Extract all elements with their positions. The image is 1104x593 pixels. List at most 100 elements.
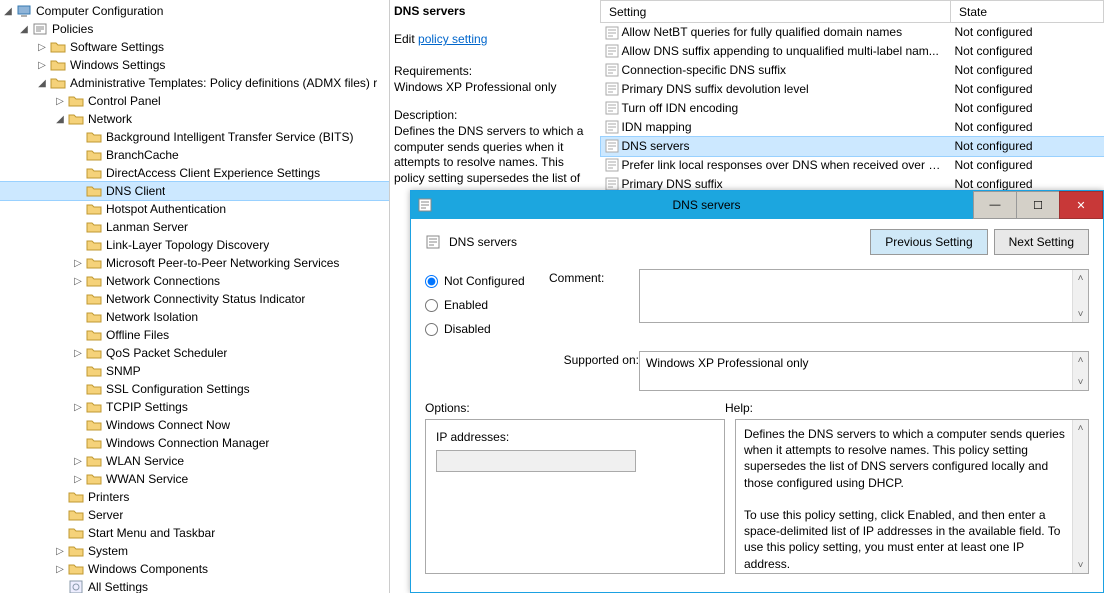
tree-software-settings[interactable]: ▷ Software Settings xyxy=(0,38,389,56)
radio-enabled[interactable]: Enabled xyxy=(425,293,549,317)
folder-icon xyxy=(86,399,102,415)
tree-policies[interactable]: ◢ Policies xyxy=(0,20,389,38)
folder-icon xyxy=(86,417,102,433)
tree-item[interactable]: ▷WLAN Service xyxy=(0,452,389,470)
expand-icon[interactable]: ▷ xyxy=(72,347,84,359)
tree-item[interactable]: DirectAccess Client Experience Settings xyxy=(0,164,389,182)
tree-item[interactable]: Background Intelligent Transfer Service … xyxy=(0,128,389,146)
tree-item[interactable]: Start Menu and Taskbar xyxy=(0,524,389,542)
close-button[interactable]: ✕ xyxy=(1059,191,1103,219)
tree-item[interactable]: All Settings xyxy=(0,578,389,593)
column-setting[interactable]: Setting xyxy=(601,1,951,23)
dialog-titlebar[interactable]: DNS servers — ☐ ✕ xyxy=(411,191,1103,219)
tree-item[interactable]: ▷TCPIP Settings xyxy=(0,398,389,416)
expand-icon[interactable]: ▷ xyxy=(54,545,66,557)
folder-icon xyxy=(86,291,102,307)
tree-item[interactable]: Hotspot Authentication xyxy=(0,200,389,218)
tree-control-panel[interactable]: ▷Control Panel xyxy=(0,92,389,110)
table-row[interactable]: DNS serversNot configured xyxy=(601,137,1104,156)
comment-textarea[interactable]: ˄ ˅ xyxy=(639,269,1089,323)
policy-icon xyxy=(425,234,441,250)
tree-label: Link-Layer Topology Discovery xyxy=(106,238,269,252)
tree-item[interactable]: ▷Microsoft Peer-to-Peer Networking Servi… xyxy=(0,254,389,272)
folder-icon xyxy=(68,543,84,559)
previous-setting-button[interactable]: Previous Setting xyxy=(870,229,987,255)
collapse-icon[interactable]: ◢ xyxy=(36,77,48,89)
tree-item[interactable]: Printers xyxy=(0,488,389,506)
table-row[interactable]: Connection-specific DNS suffixNot config… xyxy=(601,61,1104,80)
collapse-icon[interactable]: ◢ xyxy=(54,113,66,125)
tree-item[interactable]: DNS Client xyxy=(0,182,389,200)
tree-label: Software Settings xyxy=(70,40,164,54)
collapse-icon[interactable]: ◢ xyxy=(18,23,30,35)
tree-label: Network Isolation xyxy=(106,310,198,324)
table-row[interactable]: Turn off IDN encodingNot configured xyxy=(601,99,1104,118)
tree-item[interactable]: ▷WWAN Service xyxy=(0,470,389,488)
tree-item[interactable]: Offline Files xyxy=(0,326,389,344)
column-state[interactable]: State xyxy=(951,1,1104,23)
tree-item[interactable]: Network Connectivity Status Indicator xyxy=(0,290,389,308)
expand-icon[interactable]: ▷ xyxy=(72,473,84,485)
tree-item[interactable]: BranchCache xyxy=(0,146,389,164)
radio-not-configured[interactable]: Not Configured xyxy=(425,269,549,293)
folder-icon xyxy=(86,363,102,379)
expand-icon[interactable]: ▷ xyxy=(36,41,48,53)
table-row[interactable]: Allow NetBT queries for fully qualified … xyxy=(601,23,1104,42)
tree-label: Windows Connect Now xyxy=(106,418,230,432)
expand-icon[interactable]: ▷ xyxy=(36,59,48,71)
minimize-button[interactable]: — xyxy=(973,191,1017,219)
folder-icon xyxy=(50,57,66,73)
tree-item[interactable]: Lanman Server xyxy=(0,218,389,236)
folder-icon xyxy=(86,435,102,451)
scroll-up-button[interactable]: ˄ xyxy=(1073,420,1088,436)
expand-icon[interactable]: ▷ xyxy=(72,455,84,467)
tree-item[interactable]: ▷System xyxy=(0,542,389,560)
table-row[interactable]: Allow DNS suffix appending to unqualifie… xyxy=(601,42,1104,61)
tree-item[interactable]: Link-Layer Topology Discovery xyxy=(0,236,389,254)
next-setting-button[interactable]: Next Setting xyxy=(994,229,1089,255)
tree-item[interactable]: Server xyxy=(0,506,389,524)
tree-item[interactable]: SSL Configuration Settings xyxy=(0,380,389,398)
tree-item[interactable]: Network Isolation xyxy=(0,308,389,326)
tree-item[interactable]: ▷QoS Packet Scheduler xyxy=(0,344,389,362)
scroll-down-button[interactable]: ˅ xyxy=(1073,557,1088,573)
tree-windows-settings[interactable]: ▷Windows Settings xyxy=(0,56,389,74)
maximize-button[interactable]: ☐ xyxy=(1016,191,1060,219)
scroll-down-button[interactable]: ˅ xyxy=(1073,306,1088,322)
expand-icon[interactable]: ▷ xyxy=(54,95,66,107)
state-radio-group: Not Configured Enabled Disabled xyxy=(425,269,549,341)
scroll-up-button[interactable]: ˄ xyxy=(1073,352,1088,368)
scroll-down-button[interactable]: ˅ xyxy=(1073,374,1088,390)
scroll-up-button[interactable]: ˄ xyxy=(1073,270,1088,286)
tree-item[interactable]: SNMP xyxy=(0,362,389,380)
ip-addresses-input[interactable] xyxy=(436,450,636,472)
policy-setting-link[interactable]: policy setting xyxy=(418,32,487,46)
setting-name: Turn off IDN encoding xyxy=(622,101,739,115)
expand-icon[interactable]: ▷ xyxy=(72,401,84,413)
tree-item[interactable]: ▷Windows Components xyxy=(0,560,389,578)
tree-label: Offline Files xyxy=(106,328,169,342)
tree-item[interactable]: Windows Connection Manager xyxy=(0,434,389,452)
tree-label: Lanman Server xyxy=(106,220,188,234)
expand-icon[interactable]: ▷ xyxy=(72,275,84,287)
tree-computer-configuration[interactable]: ◢ Computer Configuration xyxy=(0,2,389,20)
supported-label: Supported on: xyxy=(549,351,639,391)
folder-icon xyxy=(68,111,84,127)
tree-item[interactable]: ▷Network Connections xyxy=(0,272,389,290)
expand-icon[interactable]: ▷ xyxy=(72,257,84,269)
folder-icon xyxy=(86,183,102,199)
table-row[interactable]: Primary DNS suffix devolution levelNot c… xyxy=(601,80,1104,99)
tree-network[interactable]: ◢Network xyxy=(0,110,389,128)
options-pane: IP addresses: xyxy=(425,419,725,574)
table-row[interactable]: Prefer link local responses over DNS whe… xyxy=(601,156,1104,175)
expand-icon[interactable]: ▷ xyxy=(54,563,66,575)
collapse-icon[interactable]: ◢ xyxy=(2,5,14,17)
folder-icon xyxy=(86,165,102,181)
radio-disabled[interactable]: Disabled xyxy=(425,317,549,341)
tree-item[interactable]: Windows Connect Now xyxy=(0,416,389,434)
tree-admin-templates[interactable]: ◢Administrative Templates: Policy defini… xyxy=(0,74,389,92)
scrollbar: ˄ ˅ xyxy=(1072,270,1088,322)
table-row[interactable]: IDN mappingNot configured xyxy=(601,118,1104,137)
tree-label: DirectAccess Client Experience Settings xyxy=(106,166,320,180)
setting-state: Not configured xyxy=(951,61,1104,80)
